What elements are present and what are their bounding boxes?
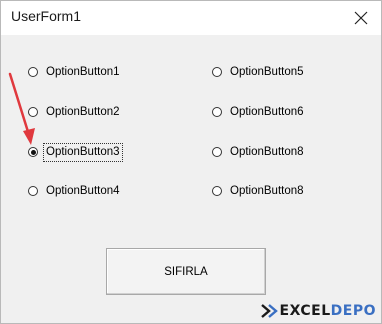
option-button-5[interactable]: OptionButton5 bbox=[212, 62, 306, 82]
option-label: OptionButton6 bbox=[230, 105, 304, 118]
logo-text-accent: DEPO bbox=[330, 303, 376, 319]
option-label: OptionButton1 bbox=[46, 65, 120, 78]
option-button-1[interactable]: OptionButton1 bbox=[28, 62, 122, 82]
title-bar: UserForm1 bbox=[1, 1, 381, 35]
reset-button[interactable]: SIFIRLA bbox=[106, 248, 266, 295]
logo-wordmark: EXCELDEPO bbox=[280, 303, 376, 319]
option-label: OptionButton8 bbox=[230, 184, 304, 197]
close-button[interactable] bbox=[347, 4, 375, 32]
option-label: OptionButton5 bbox=[230, 65, 304, 78]
option-label: OptionButton2 bbox=[46, 105, 120, 118]
option-button-7[interactable]: OptionButton8 bbox=[212, 142, 306, 162]
option-button-2[interactable]: OptionButton2 bbox=[28, 102, 122, 122]
radio-indicator[interactable] bbox=[28, 107, 38, 117]
logo-mark-icon bbox=[260, 304, 278, 318]
radio-indicator-selected[interactable] bbox=[28, 147, 38, 157]
window-title: UserForm1 bbox=[11, 8, 82, 24]
userform-window: UserForm1 OptionButton1 OptionButton2 Op… bbox=[0, 0, 382, 324]
radio-indicator[interactable] bbox=[212, 107, 222, 117]
radio-indicator[interactable] bbox=[212, 186, 222, 196]
radio-indicator[interactable] bbox=[212, 67, 222, 77]
option-label: OptionButton3 bbox=[43, 142, 123, 162]
option-label: OptionButton8 bbox=[230, 145, 304, 158]
option-button-3[interactable]: OptionButton3 bbox=[28, 142, 123, 162]
option-button-6[interactable]: OptionButton6 bbox=[212, 102, 306, 122]
option-label: OptionButton4 bbox=[46, 184, 120, 197]
radio-indicator[interactable] bbox=[28, 186, 38, 196]
excel-depo-logo: EXCELDEPO bbox=[260, 300, 376, 322]
option-button-4[interactable]: OptionButton4 bbox=[28, 181, 122, 201]
close-icon bbox=[354, 11, 368, 25]
radio-indicator[interactable] bbox=[212, 147, 222, 157]
radio-indicator[interactable] bbox=[28, 67, 38, 77]
option-button-8[interactable]: OptionButton8 bbox=[212, 181, 306, 201]
logo-text-main: EXCEL bbox=[279, 303, 331, 319]
